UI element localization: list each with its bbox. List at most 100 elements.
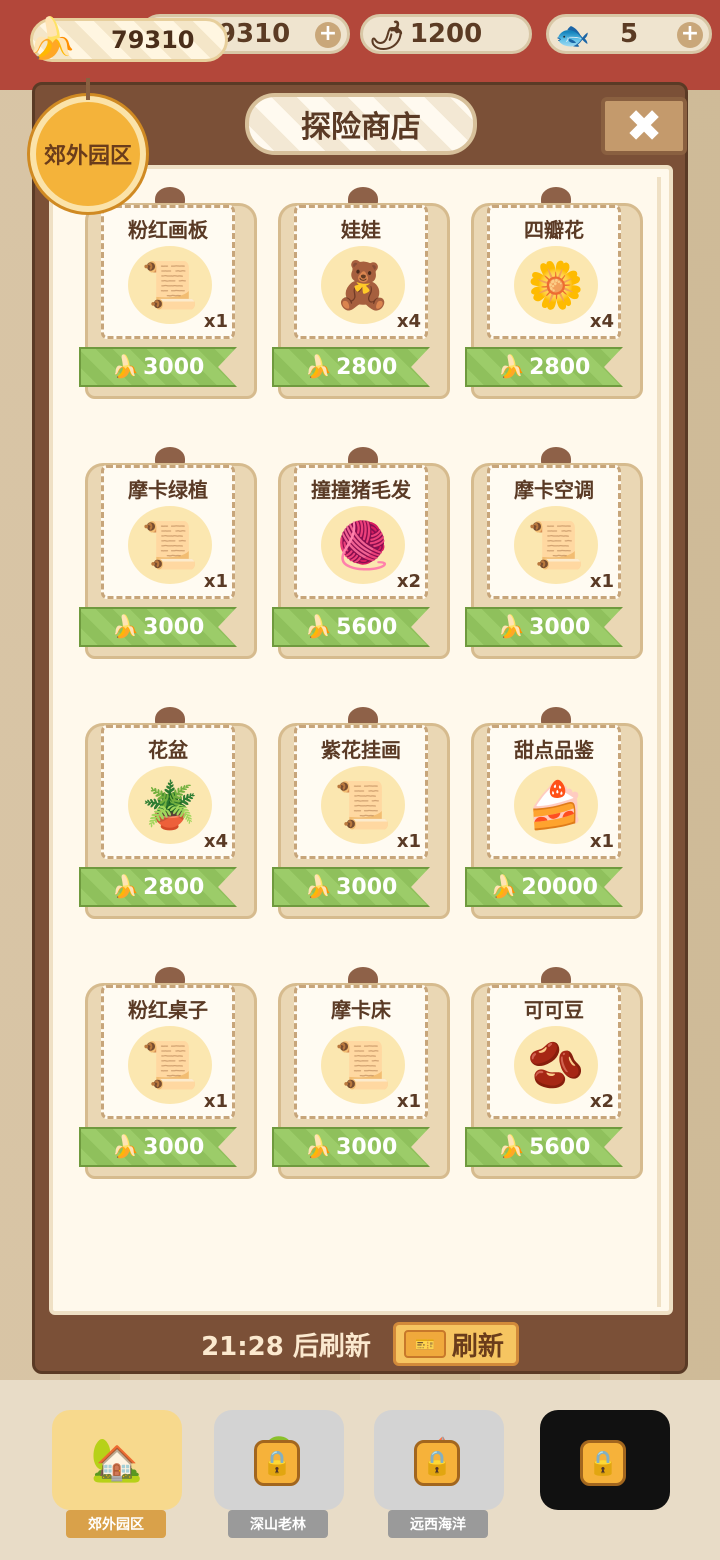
suburb-park-icon: 🏡 [52,1410,182,1510]
item-name: 甜点品鉴 [514,738,594,762]
scrollbar[interactable] [657,177,661,1307]
item-quantity: x4 [203,831,228,852]
item-quantity: x1 [589,571,614,592]
item-frame: 甜点品鉴 🍰 x1 [487,725,621,859]
banana-icon: 🍌 [111,354,140,380]
price-tag[interactable]: 🍌 3000 [465,607,623,647]
shop-item-grid: 粉红画板 📜 x1 🍌 3000 娃娃 🧸 x4 🍌 2800 四瓣花 🌼 x4 🍌 2800 摩卡绿植 📜 x1… [49,165,673,1315]
blueprint-icon: 📜 [128,506,212,584]
pepper-icon: 🌶 [369,19,405,52]
item-price: 3000 [143,354,205,380]
item-name: 摩卡床 [331,998,391,1022]
add-banana-button[interactable]: + [315,22,341,48]
shop-item-card[interactable]: 摩卡空调 📜 x1 🍌 3000 [465,447,643,659]
flower-icon: 🌼 [514,246,598,324]
item-frame: 花盆 🪴 x4 [101,725,235,859]
banana-icon: 🍌 [111,874,140,900]
pepper-amount: 1200 [409,19,483,49]
pepper-currency: 🌶 1200 [360,14,532,54]
blueprint-icon: 📜 [128,246,212,324]
item-name: 摩卡空调 [514,478,594,502]
banana-icon: 🍌 [304,614,333,640]
banana-icon: 🍌 [497,354,526,380]
shop-item-card[interactable]: 粉红桌子 📜 x1 🍌 3000 [79,967,257,1179]
item-quantity: x2 [396,571,421,592]
region-deep-forest[interactable]: 🌳 🔒 深山老林 [204,1400,354,1550]
shop-item-card[interactable]: 撞撞猪毛发 🧶 x2 🍌 5600 [272,447,450,659]
price-tag[interactable]: 🍌 2800 [79,867,237,907]
price-tag[interactable]: 🍌 3000 [272,1127,430,1167]
item-quantity: x1 [203,1091,228,1112]
item-frame: 摩卡床 📜 x1 [294,985,428,1119]
item-price: 3000 [143,614,205,640]
banana-icon: 🍌 [497,614,526,640]
price-tag[interactable]: 🍌 5600 [272,607,430,647]
item-name: 娃娃 [341,218,381,242]
refresh-button[interactable]: 🎫 刷新 [392,1322,519,1366]
shop-item-card[interactable]: 四瓣花 🌼 x4 🍌 2800 [465,187,643,399]
shop-item-card[interactable]: 可可豆 🫘 x2 🍌 5600 [465,967,643,1179]
banana-icon: 🍌 [304,354,333,380]
shop-item-card[interactable]: 摩卡床 📜 x1 🍌 3000 [272,967,450,1179]
shop-panel: 探险商店 ✖ 粉红画板 📜 x1 🍌 3000 娃娃 🧸 x4 🍌 2800 四瓣花 🌼 x4 🍌 2800… [32,82,688,1374]
region-far-west-ocean[interactable]: ⛵ 🔒 远西海洋 [364,1400,514,1550]
close-icon: ✖ [625,100,663,152]
shop-item-card[interactable]: 娃娃 🧸 x4 🍌 2800 [272,187,450,399]
shop-item-card[interactable]: 紫花挂画 📜 x1 🍌 3000 [272,707,450,919]
item-frame: 娃娃 🧸 x4 [294,205,428,339]
region-unknown[interactable]: 🔒 [530,1400,680,1550]
banana-icon: 🍌 [111,1134,140,1160]
item-frame: 紫花挂画 📜 x1 [294,725,428,859]
item-quantity: x4 [589,311,614,332]
item-frame: 摩卡空调 📜 x1 [487,465,621,599]
shop-item-card[interactable]: 粉红画板 📜 x1 🍌 3000 [79,187,257,399]
blueprint-icon: 📜 [514,506,598,584]
item-price: 2800 [143,874,205,900]
shop-item-card[interactable]: 花盆 🪴 x4 🍌 2800 [79,707,257,919]
item-name: 摩卡绿植 [128,478,208,502]
shop-item-card[interactable]: 甜点品鉴 🍰 x1 🍌 20000 [465,707,643,919]
shop-item-card[interactable]: 摩卡绿植 📜 x1 🍌 3000 [79,447,257,659]
item-price: 5600 [336,614,398,640]
banana-icon: 🍌 [497,1134,526,1160]
region-suburb-park[interactable]: 🏡 郊外园区 [42,1400,192,1550]
item-quantity: x2 [589,1091,614,1112]
price-tag[interactable]: 🍌 3000 [79,347,237,387]
item-price: 3000 [529,614,591,640]
area-badge-label: 郊外园区 [43,144,132,169]
price-tag[interactable]: 🍌 20000 [465,867,623,907]
price-tag[interactable]: 🍌 5600 [465,1127,623,1167]
item-name: 紫花挂画 [321,738,401,762]
lock-icon: 🔒 [580,1440,626,1486]
add-fish-button[interactable]: + [677,22,703,48]
price-tag[interactable]: 🍌 2800 [272,347,430,387]
ticket-icon: 🎫 [403,1330,446,1358]
item-price: 3000 [336,874,398,900]
blueprint-icon: 📜 [321,766,405,844]
price-tag[interactable]: 🍌 2800 [465,347,623,387]
item-name: 花盆 [148,738,188,762]
lock-icon: 🔒 [254,1440,300,1486]
item-name: 粉红画板 [128,218,208,242]
price-tag[interactable]: 🍌 3000 [272,867,430,907]
item-price: 2800 [336,354,398,380]
item-price: 2800 [529,354,591,380]
region-label: 深山老林 [228,1510,328,1538]
price-tag[interactable]: 🍌 3000 [79,607,237,647]
item-frame: 撞撞猪毛发 🧶 x2 [294,465,428,599]
dessert-picture-icon: 🍰 [514,766,598,844]
item-quantity: x4 [396,311,421,332]
item-quantity: x1 [396,831,421,852]
fish-icon: 🐟 [555,19,590,52]
item-frame: 粉红画板 📜 x1 [101,205,235,339]
banana-icon: 🍌 [27,16,77,62]
item-name: 粉红桌子 [128,998,208,1022]
lock-icon: 🔒 [414,1440,460,1486]
item-name: 四瓣花 [524,218,584,242]
flowerpot-icon: 🪴 [128,766,212,844]
item-quantity: x1 [589,831,614,852]
fish-currency: 🐟 5 + [546,14,712,54]
close-button[interactable]: ✖ [601,97,687,155]
item-price: 3000 [336,1134,398,1160]
price-tag[interactable]: 🍌 3000 [79,1127,237,1167]
